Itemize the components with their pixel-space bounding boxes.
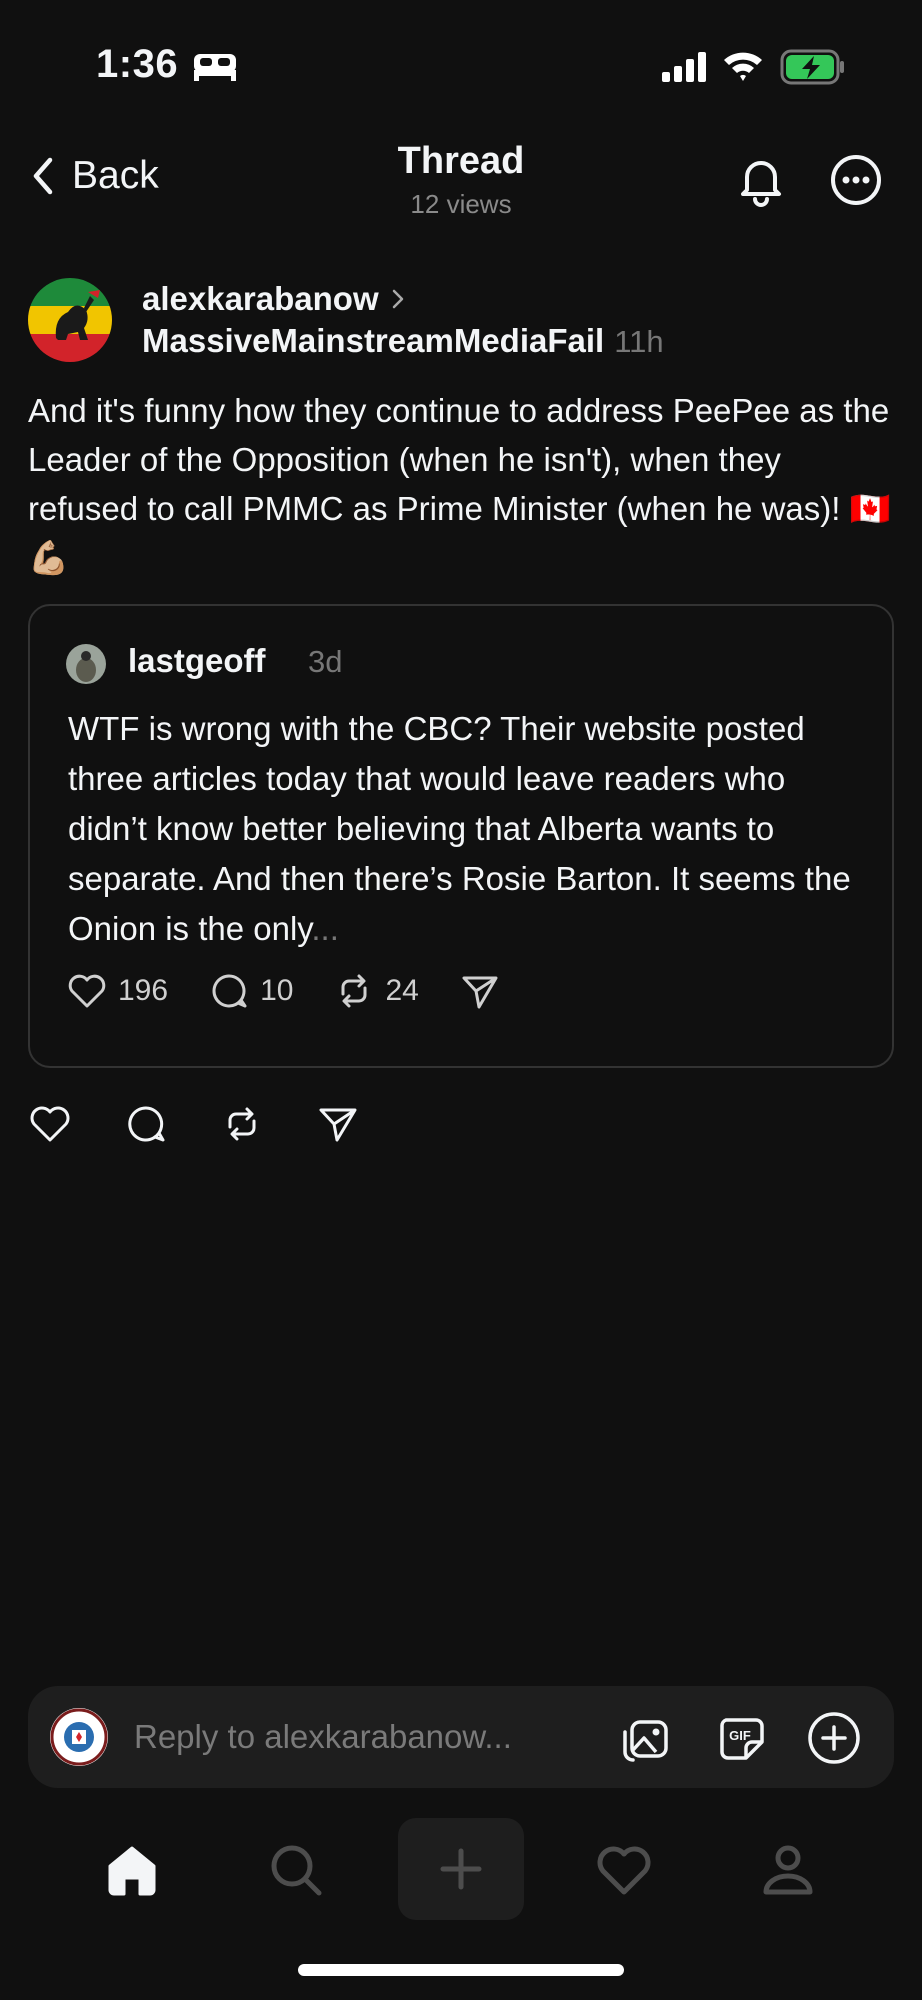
- bed-icon: [194, 54, 236, 81]
- add-circle-icon[interactable]: [806, 1710, 862, 1766]
- author-line: alexkarabanow: [142, 280, 407, 318]
- heart-icon[interactable]: [28, 1102, 72, 1146]
- send-icon: [462, 976, 498, 1009]
- repost-icon[interactable]: [220, 1102, 264, 1146]
- bottom-navigation: [0, 1818, 922, 1922]
- quoted-comment-button[interactable]: 10: [208, 970, 293, 1012]
- post-time: 11h: [614, 324, 664, 359]
- home-indicator: [298, 1964, 624, 1976]
- truncation-ellipsis: ...: [311, 910, 339, 947]
- quoted-share-button[interactable]: [459, 970, 501, 1012]
- status-time: 1:36: [96, 42, 179, 86]
- quoted-repost-button[interactable]: 24: [333, 970, 419, 1012]
- reply-bar: GIF: [28, 1686, 894, 1788]
- activity-heart-icon[interactable]: [594, 1840, 654, 1900]
- quoted-comment-count: 10: [260, 974, 294, 1007]
- quoted-post-text: WTF is wrong with the CBC? Their website…: [68, 710, 851, 947]
- community-line: MassiveMainstreamMediaFail 11h: [142, 322, 664, 360]
- author-name[interactable]: alexkarabanow: [142, 280, 379, 318]
- create-post-button[interactable]: [398, 1818, 524, 1920]
- svg-text:GIF: GIF: [729, 1728, 751, 1743]
- search-icon[interactable]: [266, 1840, 326, 1900]
- quoted-author-avatar: [66, 644, 106, 684]
- community-name[interactable]: MassiveMainstreamMediaFail: [142, 322, 604, 360]
- cellular-signal-icon: [662, 52, 706, 82]
- quoted-repost-count: 24: [385, 974, 419, 1007]
- chevron-right-icon: [392, 289, 403, 309]
- quoted-post-time: 3d: [308, 644, 343, 679]
- home-icon[interactable]: [102, 1840, 162, 1900]
- lion-flag-image: [28, 278, 112, 362]
- heart-icon: [68, 974, 106, 1008]
- gif-icon[interactable]: GIF: [712, 1710, 768, 1766]
- author-avatar[interactable]: [28, 278, 112, 362]
- post-actions: [28, 1102, 360, 1146]
- more-options-icon[interactable]: [828, 152, 884, 208]
- quoted-post-body: WTF is wrong with the CBC? Their website…: [68, 704, 868, 954]
- comment-icon: [212, 974, 247, 1008]
- bell-icon[interactable]: [733, 152, 789, 208]
- quoted-post-actions: 196 10 24: [66, 970, 541, 1012]
- quoted-post-card[interactable]: lastgeoff 3d WTF is wrong with the CBC? …: [28, 604, 894, 1068]
- comment-icon[interactable]: [124, 1102, 168, 1146]
- reply-input[interactable]: [134, 1710, 604, 1764]
- image-attach-icon[interactable]: [618, 1710, 674, 1766]
- current-user-avatar: [50, 1708, 108, 1766]
- thread-header: Back Thread 12 views: [0, 140, 922, 220]
- plus-icon: [440, 1848, 482, 1890]
- profile-icon[interactable]: [758, 1840, 818, 1900]
- repost-icon: [341, 974, 367, 1008]
- quoted-like-count: 196: [118, 974, 169, 1007]
- status-bar: 1:36: [0, 0, 922, 110]
- send-icon[interactable]: [316, 1102, 360, 1146]
- quoted-author-name[interactable]: lastgeoff: [128, 642, 266, 680]
- quoted-like-button[interactable]: 196: [66, 970, 168, 1012]
- wifi-icon: [724, 52, 762, 81]
- battery-charging-icon: [780, 49, 844, 85]
- post-body: And it's funny how they continue to addr…: [28, 392, 891, 576]
